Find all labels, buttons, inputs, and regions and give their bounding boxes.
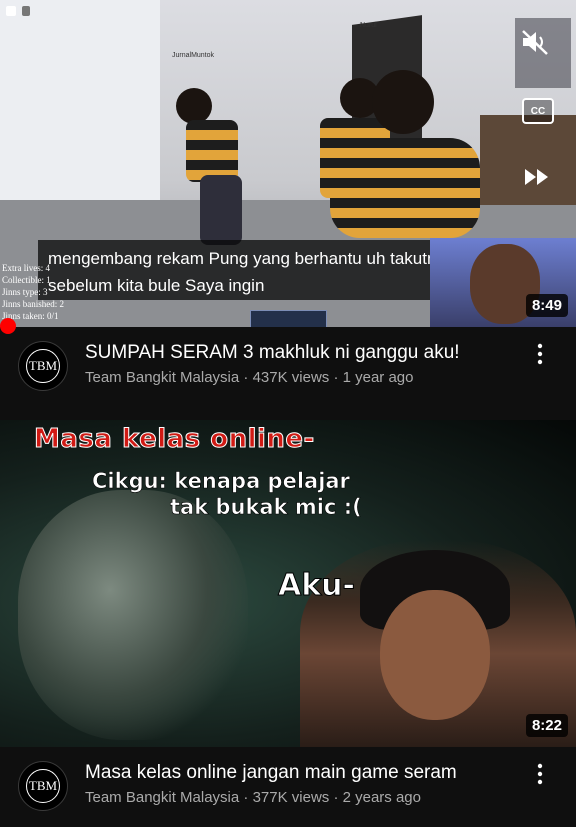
game-chair bbox=[480, 115, 576, 205]
video-meta: TBM SUMPAH SERAM 3 makhluk ni ganggu aku… bbox=[0, 327, 576, 407]
character-head bbox=[176, 88, 212, 124]
thumbnail-heading: Masa kelas online- bbox=[34, 424, 315, 455]
hud-line: Jinns banished: 2 bbox=[2, 299, 64, 309]
thumbnail-caption-line: Cikgu: kenapa pelajar bbox=[92, 469, 351, 494]
video-byline[interactable]: Team Bangkit Malaysia · 437K views · 1 y… bbox=[85, 369, 413, 386]
cc-label: CC bbox=[530, 105, 546, 117]
video-thumbnail[interactable]: JurnalMuntok Nurul CC mengembang rekam P… bbox=[0, 0, 576, 327]
thumbnail-caption-line: tak bukak mic :( bbox=[170, 495, 362, 520]
more-vert-icon[interactable] bbox=[530, 761, 550, 787]
thumbnail-caption: Cikgu: kenapa pelajar tak bukak mic :( bbox=[92, 468, 362, 520]
channel-avatar[interactable]: TBM bbox=[18, 761, 68, 811]
mute-icon[interactable] bbox=[517, 26, 553, 58]
player-name-tag: Nurul bbox=[360, 22, 377, 29]
avatar-logo: TBM bbox=[26, 769, 60, 803]
game-hotbar bbox=[250, 310, 327, 327]
video-card[interactable]: Masa kelas online- Cikgu: kenapa pelajar… bbox=[0, 420, 576, 820]
character-head bbox=[372, 70, 434, 134]
caption-text: mengembang rekam Pung yang berhantu uh t… bbox=[48, 249, 455, 295]
hud-line: Extra lives: 4 bbox=[2, 263, 50, 273]
video-meta: TBM Masa kelas online jangan main game s… bbox=[0, 747, 576, 827]
character-legs bbox=[200, 175, 242, 245]
video-byline[interactable]: Team Bangkit Malaysia · 377K views · 2 y… bbox=[85, 789, 421, 806]
video-thumbnail[interactable]: Masa kelas online- Cikgu: kenapa pelajar… bbox=[0, 420, 576, 747]
monster-image bbox=[18, 490, 248, 740]
avatar-logo: TBM bbox=[26, 349, 60, 383]
character-body bbox=[330, 138, 480, 238]
duration-badge: 8:49 bbox=[525, 294, 568, 317]
duration-badge: 8:22 bbox=[525, 714, 568, 737]
game-hud: Extra lives: 4 Collectible: 1 Jinns type… bbox=[2, 262, 64, 322]
character-body bbox=[186, 120, 238, 182]
more-vert-icon[interactable] bbox=[530, 341, 550, 367]
game-wall bbox=[0, 0, 160, 230]
video-card[interactable]: JurnalMuntok Nurul CC mengembang rekam P… bbox=[0, 0, 576, 420]
top-badge-icon bbox=[6, 6, 16, 16]
thumbnail-aku-text: Aku- bbox=[278, 568, 356, 604]
video-title[interactable]: Masa kelas online jangan main game seram bbox=[85, 761, 525, 785]
channel-avatar[interactable]: TBM bbox=[18, 341, 68, 391]
video-title[interactable]: SUMPAH SERAM 3 makhluk ni ganggu aku! bbox=[85, 341, 525, 365]
player-name-tag: JurnalMuntok bbox=[172, 52, 215, 59]
cc-icon[interactable]: CC bbox=[522, 98, 554, 124]
skip-next-icon[interactable] bbox=[520, 165, 554, 189]
hud-line: Jinns type: 3 bbox=[2, 287, 48, 297]
streamer-face bbox=[380, 590, 490, 720]
top-badge-icon bbox=[22, 6, 30, 16]
hud-line: Collectible: 1 bbox=[2, 275, 51, 285]
